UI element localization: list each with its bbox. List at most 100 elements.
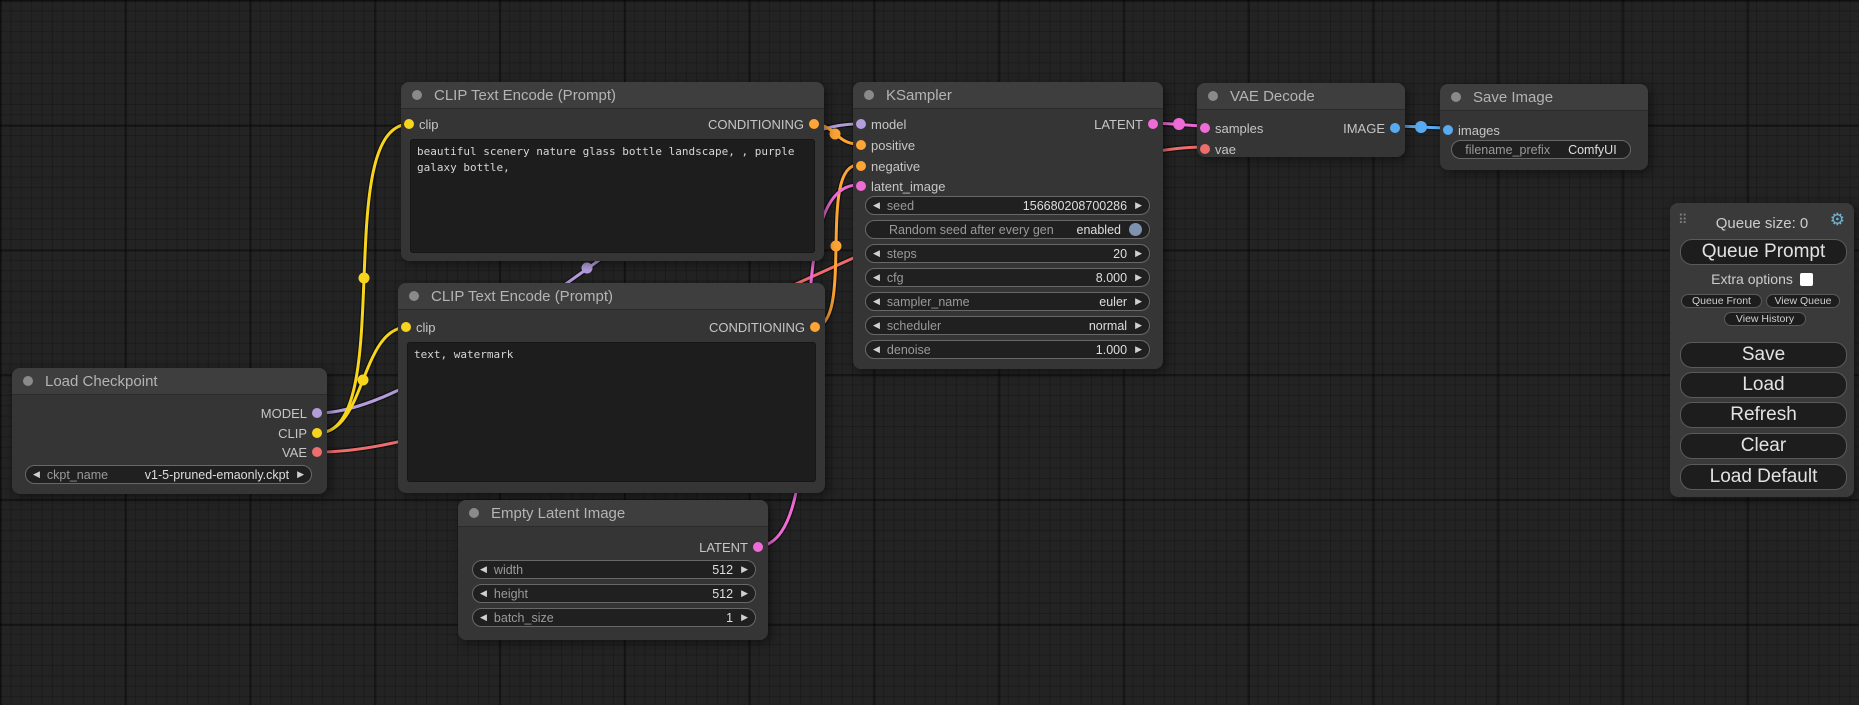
ckpt-name-widget[interactable]: ◀ ckpt_name v1-5-pruned-emaonly.ckpt ▶ [25, 465, 312, 484]
collapse-dot-icon[interactable] [864, 90, 874, 100]
refresh-button[interactable]: Refresh [1680, 402, 1847, 428]
cfg-widget[interactable]: ◀ cfg 8.000 ▶ [865, 268, 1150, 287]
latent-output-dot[interactable] [1148, 119, 1158, 129]
increment-arrow-icon[interactable]: ▶ [741, 565, 748, 574]
input-slot-vae: vae [1215, 141, 1236, 157]
input-slot-samples: samples [1215, 120, 1263, 136]
batch-size-widget[interactable]: ◀ batch_size 1 ▶ [472, 608, 756, 627]
decrement-arrow-icon[interactable]: ◀ [33, 470, 40, 479]
height-widget[interactable]: ◀ height 512 ▶ [472, 584, 756, 603]
collapse-dot-icon[interactable] [1208, 91, 1218, 101]
collapse-dot-icon[interactable] [412, 90, 422, 100]
vae-output-dot[interactable] [312, 447, 322, 457]
node-vae-decode[interactable]: VAE Decode samples vae IMAGE [1197, 83, 1405, 157]
input-slot-clip: clip [416, 319, 436, 335]
increment-arrow-icon[interactable]: ▶ [1135, 249, 1142, 258]
node-title-bar[interactable]: Save Image [1440, 84, 1648, 111]
node-title-bar[interactable]: CLIP Text Encode (Prompt) [401, 82, 824, 109]
random-seed-widget[interactable]: Random seed after every gen enabled [865, 220, 1150, 239]
settings-gear-icon[interactable]: ⚙ [1830, 210, 1845, 230]
clip-input-dot[interactable] [404, 119, 414, 129]
scheduler-widget[interactable]: ◀ scheduler normal ▶ [865, 316, 1150, 335]
model-input-dot[interactable] [856, 119, 866, 129]
conditioning-output-dot[interactable] [810, 322, 820, 332]
node-title-bar[interactable]: VAE Decode [1197, 83, 1405, 110]
decrement-arrow-icon[interactable]: ◀ [480, 613, 487, 622]
node-ksampler[interactable]: KSampler model positive negative latent_… [853, 82, 1163, 369]
negative-input-dot[interactable] [856, 161, 866, 171]
decrement-arrow-icon[interactable]: ◀ [873, 249, 880, 258]
output-slot-model: MODEL [261, 405, 307, 421]
increment-arrow-icon[interactable]: ▶ [1135, 201, 1142, 210]
increment-arrow-icon[interactable]: ▶ [1135, 273, 1142, 282]
images-input-dot[interactable] [1443, 125, 1453, 135]
save-button[interactable]: Save [1680, 342, 1847, 368]
clear-button[interactable]: Clear [1680, 433, 1847, 459]
queue-prompt-button[interactable]: Queue Prompt [1680, 239, 1847, 265]
input-slot-latent-image: latent_image [871, 178, 945, 194]
input-slot-positive: positive [871, 137, 915, 153]
input-slot-negative: negative [871, 158, 920, 174]
view-queue-button[interactable]: View Queue [1766, 294, 1840, 308]
increment-arrow-icon[interactable]: ▶ [297, 470, 304, 479]
filename-prefix-widget[interactable]: filename_prefix ComfyUI [1451, 140, 1631, 159]
image-output-dot[interactable] [1390, 123, 1400, 133]
view-history-button[interactable]: View History [1724, 312, 1806, 326]
node-clip-text-encode-positive[interactable]: CLIP Text Encode (Prompt) clip CONDITION… [401, 82, 824, 261]
prompt-text-area[interactable]: beautiful scenery nature glass bottle la… [410, 139, 815, 253]
node-title: Empty Latent Image [491, 505, 625, 522]
collapse-dot-icon[interactable] [469, 508, 479, 518]
input-slot-images: images [1458, 122, 1500, 138]
decrement-arrow-icon[interactable]: ◀ [480, 565, 487, 574]
denoise-widget[interactable]: ◀ denoise 1.000 ▶ [865, 340, 1150, 359]
increment-arrow-icon[interactable]: ▶ [1135, 297, 1142, 306]
node-title-bar[interactable]: Empty Latent Image [458, 500, 768, 527]
increment-arrow-icon[interactable]: ▶ [1135, 321, 1142, 330]
collapse-dot-icon[interactable] [1451, 92, 1461, 102]
clip-output-dot[interactable] [312, 428, 322, 438]
clip-input-dot[interactable] [401, 322, 411, 332]
prompt-text-area[interactable]: text, watermark [407, 342, 816, 482]
output-slot-conditioning: CONDITIONING [708, 116, 804, 132]
latent-output-dot[interactable] [753, 542, 763, 552]
decrement-arrow-icon[interactable]: ◀ [873, 297, 880, 306]
node-graph-canvas[interactable]: Load Checkpoint MODEL CLIP VAE ◀ ckpt_na… [0, 0, 1859, 705]
increment-arrow-icon[interactable]: ▶ [741, 589, 748, 598]
node-save-image[interactable]: Save Image images filename_prefix ComfyU… [1440, 84, 1648, 170]
node-load-checkpoint[interactable]: Load Checkpoint MODEL CLIP VAE ◀ ckpt_na… [12, 368, 327, 494]
input-slot-clip: clip [419, 116, 439, 132]
increment-arrow-icon[interactable]: ▶ [1135, 345, 1142, 354]
decrement-arrow-icon[interactable]: ◀ [480, 589, 487, 598]
node-title-bar[interactable]: KSampler [853, 82, 1163, 109]
collapse-dot-icon[interactable] [409, 291, 419, 301]
load-default-button[interactable]: Load Default [1680, 464, 1847, 490]
enabled-toggle[interactable] [1129, 223, 1142, 236]
queue-front-button[interactable]: Queue Front [1681, 294, 1762, 308]
node-title-bar[interactable]: Load Checkpoint [12, 368, 327, 395]
positive-input-dot[interactable] [856, 140, 866, 150]
latent-image-input-dot[interactable] [856, 181, 866, 191]
decrement-arrow-icon[interactable]: ◀ [873, 273, 880, 282]
node-empty-latent-image[interactable]: Empty Latent Image LATENT ◀ width 512 ▶ … [458, 500, 768, 640]
samples-input-dot[interactable] [1200, 123, 1210, 133]
conditioning-output-dot[interactable] [809, 119, 819, 129]
width-widget[interactable]: ◀ width 512 ▶ [472, 560, 756, 579]
output-slot-conditioning: CONDITIONING [709, 319, 805, 335]
node-title-bar[interactable]: CLIP Text Encode (Prompt) [398, 283, 825, 310]
load-button[interactable]: Load [1680, 372, 1847, 398]
increment-arrow-icon[interactable]: ▶ [741, 613, 748, 622]
node-clip-text-encode-negative[interactable]: CLIP Text Encode (Prompt) clip CONDITION… [398, 283, 825, 493]
extra-options-checkbox[interactable] [1800, 273, 1813, 286]
decrement-arrow-icon[interactable]: ◀ [873, 201, 880, 210]
sampler-name-widget[interactable]: ◀ sampler_name euler ▶ [865, 292, 1150, 311]
vae-input-dot[interactable] [1200, 144, 1210, 154]
queue-size-label: Queue size: 0 [1670, 215, 1854, 232]
decrement-arrow-icon[interactable]: ◀ [873, 345, 880, 354]
output-slot-clip: CLIP [278, 425, 307, 441]
steps-widget[interactable]: ◀ steps 20 ▶ [865, 244, 1150, 263]
decrement-arrow-icon[interactable]: ◀ [873, 321, 880, 330]
seed-widget[interactable]: ◀ seed 156680208700286 ▶ [865, 196, 1150, 215]
output-slot-vae: VAE [282, 444, 307, 460]
model-output-dot[interactable] [312, 408, 322, 418]
collapse-dot-icon[interactable] [23, 376, 33, 386]
